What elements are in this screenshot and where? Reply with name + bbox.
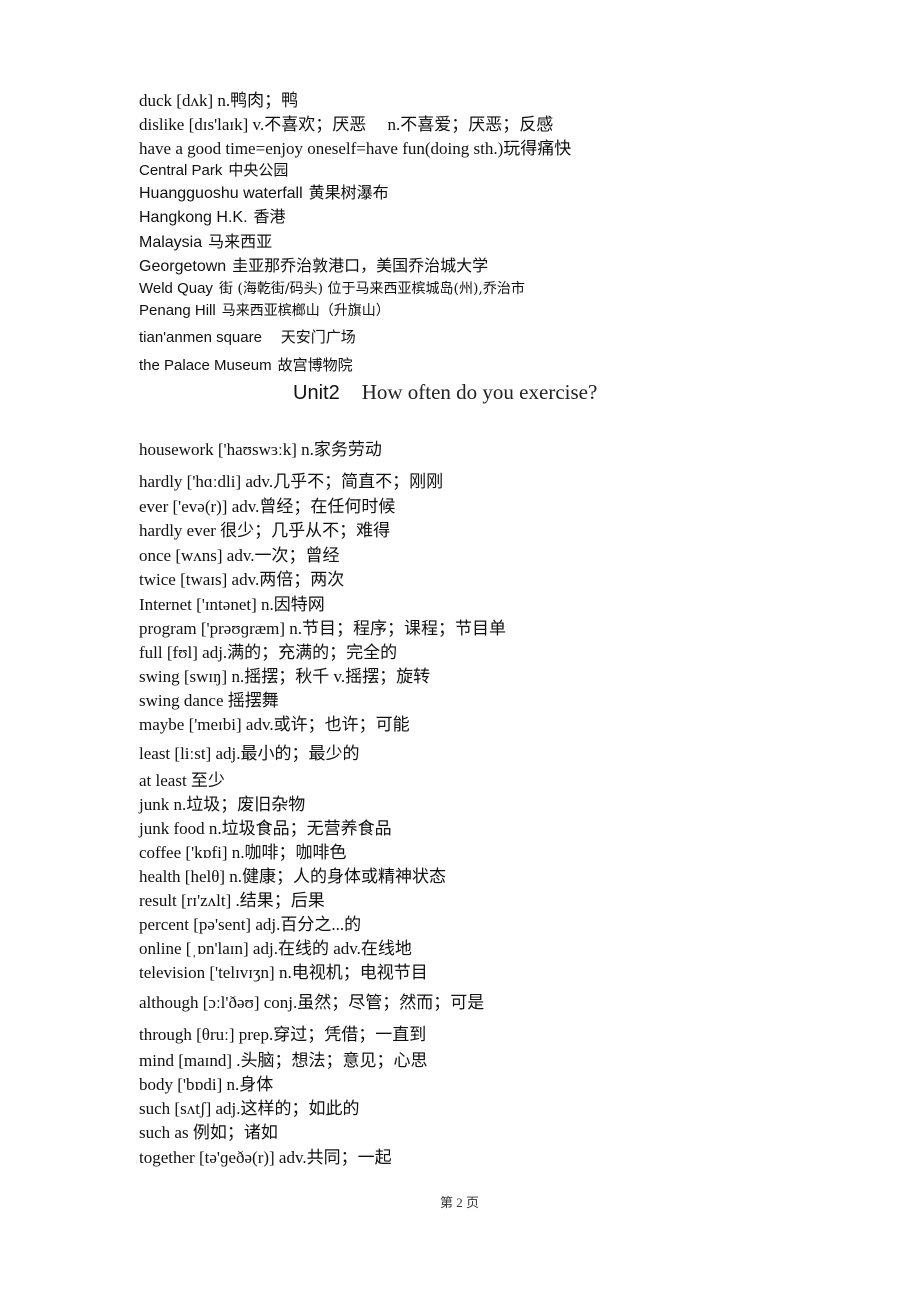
vocab-entry: together [tə'ɡeðə(r)] adv.共同；一起: [139, 1148, 392, 1167]
place-name-cn: 街 (海乾街/码头) 位于马来西亚槟城岛(州),乔治市: [218, 281, 525, 297]
place-name-en: Penang Hill: [139, 302, 216, 319]
vocab-entry: through [θruː] prep.穿过；凭借；一直到: [139, 1025, 427, 1044]
place-name-en: Central Park: [139, 162, 223, 179]
place-name-en: Malaysia: [139, 234, 203, 251]
vocab-entry: maybe ['meɪbi] adv.或许；也许；可能: [139, 715, 410, 734]
place-name-cn: 中央公园: [228, 161, 289, 179]
place-entry: tian'anmen square 天安门广场: [139, 328, 356, 346]
vocab-entry: body ['bɒdi] n.身体: [139, 1075, 274, 1094]
vocab-entry: program ['prəʊɡræm] n.节目；程序；课程；节目单: [139, 619, 506, 638]
vocab-entry: swing dance 摇摆舞: [139, 691, 279, 710]
vocab-entry: such [sʌtʃ] adj.这样的；如此的: [139, 1099, 360, 1118]
place-entry: Georgetown 圭亚那乔治敦港口，美国乔治城大学: [139, 258, 488, 275]
place-entry: Huangguoshu waterfall 黄果树瀑布: [139, 185, 389, 202]
place-name-cn: 黄果树瀑布: [308, 183, 389, 202]
place-entry: Hangkong H.K. 香港: [139, 209, 286, 226]
vocab-entry: television ['telɪvɪʒn] n.电视机；电视节目: [139, 963, 428, 982]
vocab-entry: least [liːst] adj.最小的；最少的: [139, 744, 360, 763]
vocab-entry: twice [twaɪs] adv.两倍；两次: [139, 570, 345, 589]
place-entry: Penang Hill 马来西亚槟榔山（升旗山）: [139, 303, 390, 318]
unit-question: How often do you exercise?: [361, 380, 598, 404]
vocab-entry: mind [maɪnd] .头脑；想法；意见；心思: [139, 1051, 428, 1070]
vocab-entry: at least 至少: [139, 771, 225, 790]
unit-label: Unit2: [293, 382, 340, 404]
place-name-cn: 香港: [253, 207, 286, 226]
vocab-entry: junk n.垃圾；废旧杂物: [139, 795, 306, 814]
vocab-entry: junk food n.垃圾食品；无营养食品: [139, 819, 392, 838]
place-name-en: the Palace Museum: [139, 357, 272, 374]
place-name-en: Huangguoshu waterfall: [139, 185, 303, 202]
vocab-entry: result [rɪ'zʌlt] .结果；后果: [139, 891, 325, 910]
place-name-en: Hangkong H.K.: [139, 209, 248, 226]
vocab-entry: Internet ['ɪntənet] n.因特网: [139, 595, 325, 614]
vocab-entry: have a good time=enjoy oneself=have fun(…: [139, 139, 572, 158]
place-name-cn: 马来西亚: [208, 232, 273, 251]
vocab-entry: online [ˌɒn'laɪn] adj.在线的 adv.在线地: [139, 939, 412, 958]
vocab-entry: dislike [dɪs'laɪk] v.不喜欢；厌恶 n.不喜爱；厌恶；反感: [139, 115, 554, 134]
vocab-entry: housework ['haʊswɜːk] n.家务劳动: [139, 440, 382, 459]
vocab-entry: duck [dʌk] n.鸭肉；鸭: [139, 91, 299, 110]
vocab-entry: such as 例如；诸如: [139, 1123, 278, 1142]
place-name-cn: 圭亚那乔治敦港口，美国乔治城大学: [232, 256, 489, 275]
place-name-cn: 故宫博物院: [277, 356, 353, 374]
vocab-entry: full [fʊl] adj.满的；充满的；完全的: [139, 643, 398, 662]
vocab-entry: swing [swɪŋ] n.摇摆；秋千 v.摇摆；旋转: [139, 667, 431, 686]
vocab-entry: health [helθ] n.健康；人的身体或精神状态: [139, 867, 447, 886]
unit-title: Unit2 How often do you exercise?: [293, 380, 597, 405]
vocab-entry: ever ['evə(r)] adv.曾经；在任何时候: [139, 497, 396, 516]
vocab-entry: percent [pə'sent] adj.百分之...的: [139, 915, 362, 934]
place-name-en: Weld Quay: [139, 280, 213, 297]
place-entry: the Palace Museum 故宫博物院: [139, 356, 353, 374]
place-name-en: Georgetown: [139, 258, 227, 275]
place-name-cn: 天安门广场: [275, 328, 356, 346]
vocab-entry: once [wʌns] adv.一次；曾经: [139, 546, 340, 565]
place-entry: Central Park 中央公园: [139, 161, 289, 179]
vocab-entry: although [ɔːl'ðəʊ] conj.虽然；尽管；然而；可是: [139, 993, 485, 1012]
vocab-entry: hardly ['hɑːdli] adv.几乎不；简直不；刚刚: [139, 472, 444, 491]
place-entry: Weld Quay 街 (海乾街/码头) 位于马来西亚槟城岛(州),乔治市: [139, 281, 525, 296]
place-name-en: tian'anmen square: [139, 329, 262, 346]
vocab-entry: hardly ever 很少；几乎从不；难得: [139, 521, 391, 540]
place-entry: Malaysia 马来西亚: [139, 234, 272, 251]
vocab-entry: coffee ['kɒfi] n.咖啡；咖啡色: [139, 843, 347, 862]
place-name-cn: 马来西亚槟榔山（升旗山）: [221, 303, 390, 319]
page-number: 第 2 页: [440, 1195, 480, 1210]
